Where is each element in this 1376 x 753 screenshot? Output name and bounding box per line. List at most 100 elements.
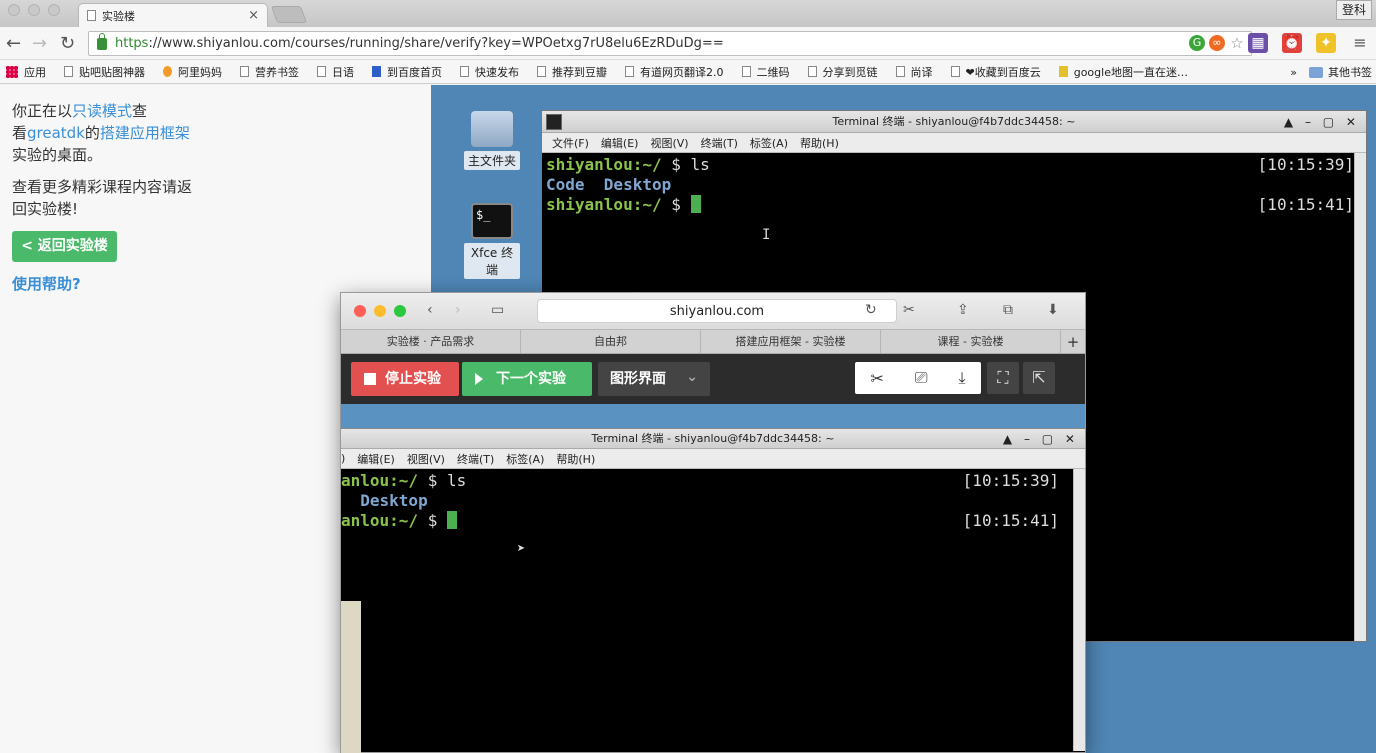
open-external-icon[interactable]: ⇱ — [1023, 362, 1055, 394]
bookmarks-overflow-button[interactable]: » — [1290, 66, 1297, 79]
bookmark-item[interactable]: 分享到觅链 — [807, 64, 878, 80]
stop-lab-button[interactable]: 停止实验 — [351, 362, 459, 396]
close-window-button[interactable] — [8, 4, 20, 16]
forward-arrow-icon[interactable]: → — [32, 33, 47, 54]
mode-select[interactable]: 图形界面 ⌄ — [598, 362, 710, 396]
cut-icon[interactable]: ✂ — [870, 369, 883, 388]
reload-icon[interactable]: ↻ — [60, 33, 75, 54]
bookmark-item[interactable]: 快速发布 — [460, 64, 519, 80]
bookmarks-bar: 应用 贴吧贴图神器 阿里妈妈 营养书签 日语 到百度首页 快速发布 推荐到豆瓣 … — [0, 60, 1376, 84]
screenshot-icon[interactable]: ✂ — [903, 302, 915, 318]
bookmark-item[interactable]: ❤收藏到百度云 — [950, 64, 1041, 80]
help-link[interactable]: 使用帮助? — [12, 273, 81, 294]
star-icon[interactable]: ☆ — [1229, 35, 1245, 51]
course-link[interactable]: 搭建应用框架 — [100, 124, 190, 142]
safari-tab[interactable]: 实验楼 · 产品需求 — [341, 330, 521, 353]
minimize-window-button[interactable] — [374, 305, 386, 317]
window-controls[interactable]: ▲ – ▢ ✕ — [1003, 429, 1079, 449]
menu-icon[interactable]: ≡ — [1350, 33, 1370, 53]
bookmark-item[interactable]: 二维码 — [741, 64, 790, 80]
menu-terminal[interactable]: 终端(T) — [457, 451, 494, 467]
back-arrow-icon[interactable]: ← — [6, 33, 21, 54]
fullscreen-icon[interactable]: ⛶ — [987, 362, 1019, 394]
next-lab-button[interactable]: 下一个实验 — [462, 362, 592, 396]
inner-terminal-window[interactable]: Terminal 终端 - shiyanlou@f4b7ddc34458: ~ … — [341, 428, 1085, 753]
safari-window[interactable]: ‹ › ▭ ✎ ▣ shiyanlou.com ↻ ✂ ⇪ ⧉ ⬇ 实验楼 · … — [340, 292, 1086, 753]
menu-edit[interactable]: 编辑(E) — [601, 135, 639, 151]
terminal-icon: $_ — [471, 203, 513, 239]
menu-edit[interactable]: 编辑(E) — [357, 451, 395, 467]
download-icon[interactable]: ⬇ — [1047, 302, 1059, 318]
menu-view[interactable]: 视图(V) — [650, 135, 688, 151]
back-to-shiyanlou-button[interactable]: < 返回实验楼 — [12, 231, 117, 262]
grammarly-icon[interactable]: G — [1189, 35, 1205, 51]
forward-arrow-icon[interactable]: › — [455, 302, 461, 318]
readonly-mode-link[interactable]: 只读模式 — [72, 102, 132, 120]
bookmark-item[interactable]: 到百度首页 — [372, 64, 442, 80]
url-text: ://www.shiyanlou.com/courses/running/sha… — [148, 36, 724, 51]
user-link[interactable]: greatdk — [27, 124, 85, 142]
desktop-icon-terminal[interactable]: $_ Xfce 终端 — [464, 203, 520, 279]
infinity-icon[interactable]: ∞ — [1209, 35, 1225, 51]
menu-tabs[interactable]: 标签(A) — [506, 451, 544, 467]
window-controls[interactable]: ▲ – ▢ ✕ — [1284, 111, 1360, 133]
inner-terminal-titlebar[interactable]: Terminal 终端 - shiyanlou@f4b7ddc34458: ~ … — [341, 429, 1085, 449]
login-button[interactable]: 登科 — [1336, 0, 1372, 20]
zoom-window-button[interactable] — [48, 4, 60, 16]
tab-close-icon[interactable]: × — [248, 8, 259, 23]
safari-toolbar: ‹ › ▭ ✎ ▣ shiyanlou.com ↻ ✂ ⇪ ⧉ ⬇ — [341, 293, 1085, 330]
bookmark-item[interactable]: 有道网页翻译2.0 — [625, 64, 724, 80]
safari-tab[interactable]: 搭建应用框架 - 实验楼 — [701, 330, 881, 353]
menu-help[interactable]: 帮助(H) — [556, 451, 595, 467]
other-bookmarks[interactable]: 其他书签 — [1328, 64, 1372, 80]
sidebar-icon[interactable]: ▭ — [491, 302, 504, 318]
terminal-scrollbar[interactable] — [1354, 153, 1366, 641]
terminal-line: Desktop — [360, 491, 428, 510]
share-icon[interactable]: ⇪ — [957, 302, 969, 318]
bookmark-item[interactable]: 阿里妈妈 — [163, 64, 222, 80]
terminal-line: anlou:~/ $ ls [10:15:39] — [341, 471, 1059, 490]
bookmark-apps[interactable]: 应用 — [0, 64, 46, 80]
inner-terminal-menubar: ) 编辑(E) 视图(V) 终端(T) 标签(A) 帮助(H) — [341, 449, 1085, 469]
page-icon — [240, 66, 249, 77]
menu-file[interactable]: 文件(F) — [552, 135, 589, 151]
inner-terminal-output[interactable]: anlou:~/ $ ls [10:15:39] Desktop anlou:~/… — [341, 469, 1085, 751]
new-tab-button[interactable] — [270, 6, 308, 23]
safari-tab[interactable]: 课程 - 实验楼 — [881, 330, 1061, 353]
reload-icon[interactable]: ↻ — [865, 302, 877, 318]
menu-view[interactable]: 视图(V) — [407, 451, 445, 467]
bookmark-item[interactable]: 贴吧贴图神器 — [64, 64, 145, 80]
bookmark-item[interactable]: 尚译 — [895, 64, 933, 80]
menu-help[interactable]: 帮助(H) — [800, 135, 839, 151]
bookmark-item[interactable]: 营养书签 — [240, 64, 299, 80]
bookmark-item[interactable]: 推荐到豆瓣 — [537, 64, 607, 80]
tabs-overview-icon[interactable]: ⧉ — [1003, 302, 1013, 318]
new-tab-button[interactable]: + — [1061, 330, 1085, 353]
safari-tab-bar: 实验楼 · 产品需求 自由邦 搭建应用框架 - 实验楼 课程 - 实验楼 + — [341, 330, 1085, 354]
bookmark-item[interactable]: 日语 — [317, 64, 354, 80]
chevron-down-icon: ⌄ — [686, 369, 698, 385]
back-arrow-icon[interactable]: ‹ — [427, 302, 433, 318]
stop-icon — [364, 373, 376, 385]
terminal-titlebar[interactable]: Terminal 终端 - shiyanlou@f4b7ddc34458: ~ … — [542, 111, 1366, 133]
baidu-paw-icon — [372, 66, 381, 77]
download-icon[interactable]: ⤓ — [958, 368, 965, 388]
desktop-icon-home[interactable]: 主文件夹 — [464, 111, 520, 170]
alarm-extension-icon[interactable]: ⏰ — [1282, 33, 1302, 53]
bookmark-item[interactable]: google地图一直在迷… — [1058, 64, 1188, 80]
text-cursor — [446, 511, 457, 529]
minimize-window-button[interactable] — [28, 4, 40, 16]
screen-share-icon[interactable]: ⎚ — [915, 368, 928, 388]
zoom-window-button[interactable] — [394, 305, 406, 317]
safari-tab[interactable]: 自由邦 — [521, 330, 701, 353]
next-icon — [475, 373, 485, 385]
close-window-button[interactable] — [354, 305, 366, 317]
inner-terminal-scrollbar[interactable] — [1073, 469, 1085, 751]
browser-tab-active[interactable]: 实验楼 × — [78, 3, 268, 27]
address-bar[interactable]: https://www.shiyanlou.com/courses/runnin… — [88, 31, 1252, 56]
menu-tabs[interactable]: 标签(A) — [750, 135, 788, 151]
safari-address-bar[interactable]: shiyanlou.com — [537, 299, 897, 323]
cat-extension-icon[interactable]: ✦ — [1316, 33, 1336, 53]
menu-terminal[interactable]: 终端(T) — [701, 135, 738, 151]
extension-icon[interactable]: ▦ — [1248, 33, 1268, 53]
